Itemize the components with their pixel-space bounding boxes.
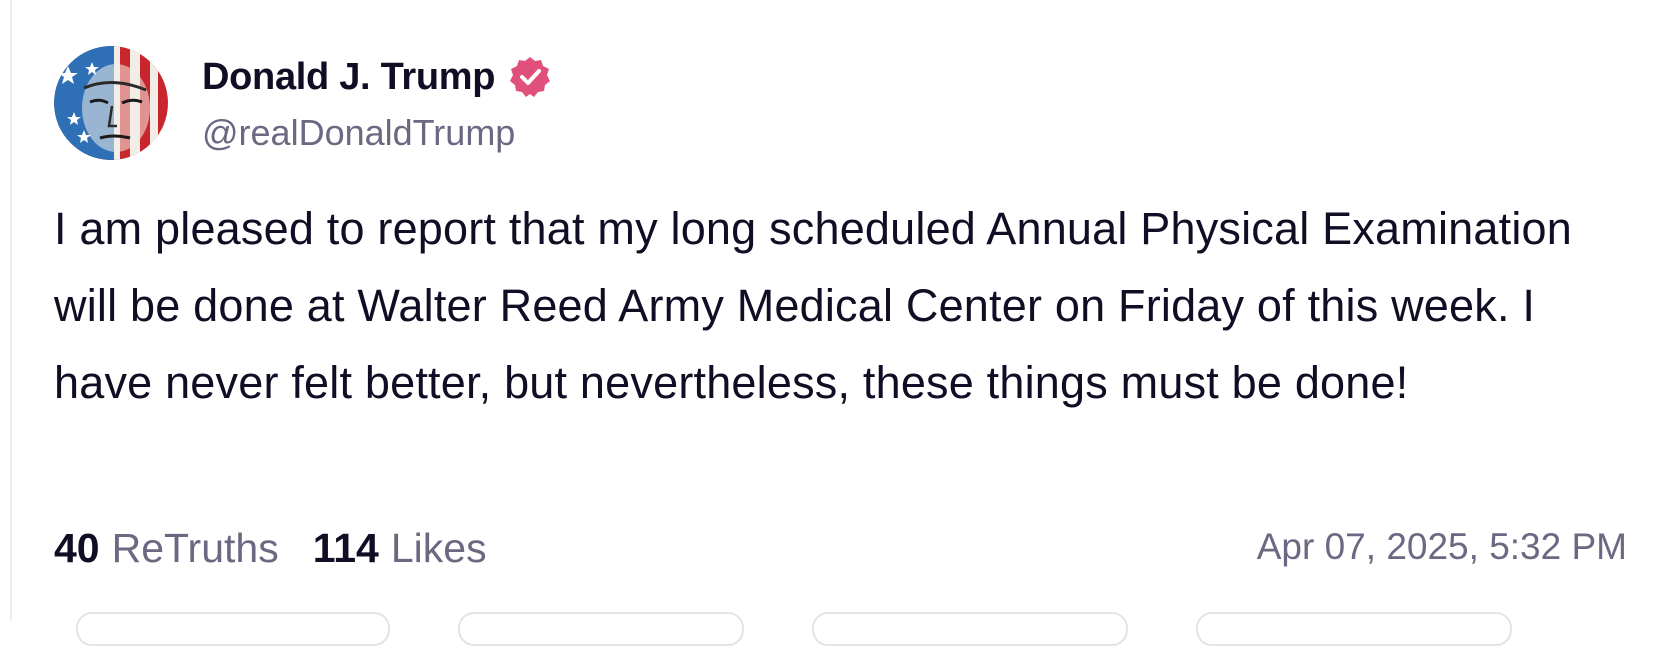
likes-stat[interactable]: 114 Likes (313, 525, 487, 572)
retruths-label: ReTruths (111, 524, 279, 571)
author-avatar[interactable] (54, 46, 168, 160)
retruth-button[interactable] (458, 612, 744, 646)
likes-count: 114 (312, 524, 379, 571)
reply-button[interactable] (76, 612, 390, 646)
author-name-row: Donald J. Trump (202, 52, 551, 102)
like-button[interactable] (812, 612, 1128, 646)
share-button[interactable] (1196, 612, 1512, 646)
author-display-name[interactable]: Donald J. Trump (202, 56, 496, 99)
author-handle[interactable]: @realDonaldTrump (202, 112, 515, 154)
likes-label: Likes (390, 524, 487, 571)
post-stats: 40 ReTruths 114 Likes (54, 518, 487, 578)
verified-badge-icon (509, 56, 551, 98)
retruths-stat[interactable]: 40 ReTruths (54, 525, 279, 572)
post-timestamp[interactable]: Apr 07, 2025, 5:32 PM (1257, 526, 1627, 568)
post-body-text: I am pleased to report that my long sche… (54, 203, 1572, 408)
post-card: Donald J. Trump @realDonaldTrump I am pl… (0, 0, 1660, 646)
retruths-count: 40 (54, 524, 100, 571)
action-bar (0, 612, 1660, 646)
card-border (10, 0, 12, 621)
avatar-image (54, 46, 168, 160)
